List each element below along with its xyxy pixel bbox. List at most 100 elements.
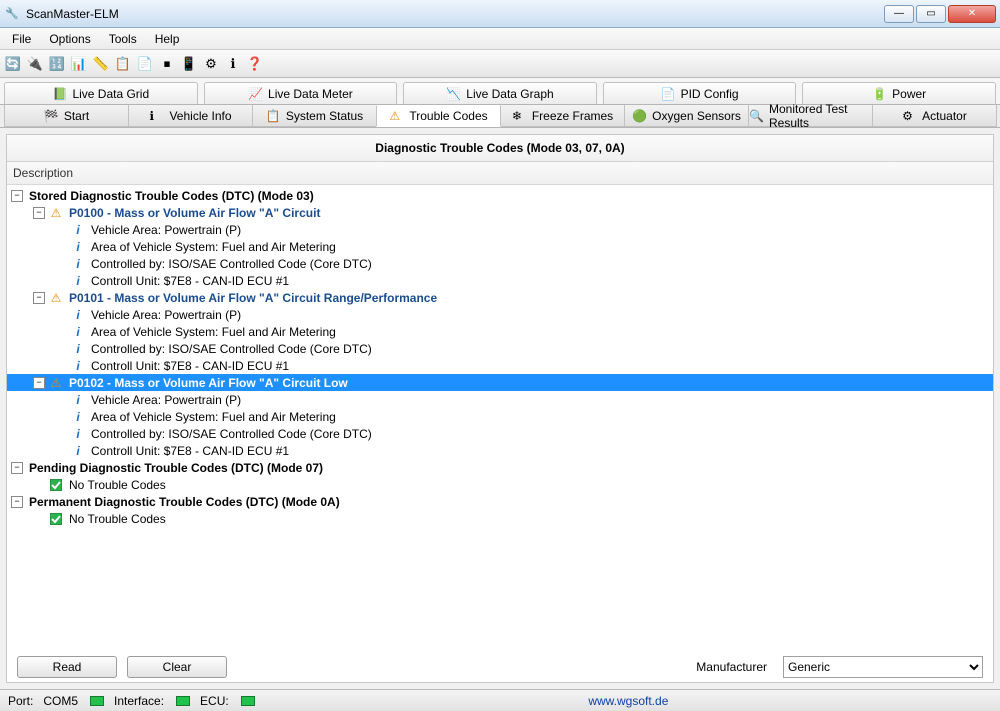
- status-icon: 📋: [266, 109, 280, 123]
- tab-live-data-graph[interactable]: 📉Live Data Graph: [403, 82, 597, 104]
- tree-detail-item[interactable]: iControlled by: ISO/SAE Controlled Code …: [7, 340, 993, 357]
- info-icon: i: [71, 444, 85, 458]
- menu-help[interactable]: Help: [147, 30, 188, 48]
- toolbar-hex-icon[interactable]: 🔢: [48, 55, 66, 73]
- app-icon: 🔧: [4, 6, 20, 22]
- tab-freeze-frames[interactable]: ❄Freeze Frames: [500, 105, 625, 127]
- detail-text: Controlled by: ISO/SAE Controlled Code (…: [89, 427, 374, 441]
- manufacturer-select[interactable]: Generic: [783, 656, 983, 678]
- menu-options[interactable]: Options: [41, 30, 98, 48]
- bottom-bar: Read Clear Manufacturer Generic: [7, 652, 993, 682]
- tree-detail-item[interactable]: i Controlled by: ISO/SAE Controlled Code …: [7, 425, 993, 442]
- manufacturer-label: Manufacturer: [696, 660, 767, 674]
- toolbar-ruler-icon[interactable]: 📏: [92, 55, 110, 73]
- group-label: Stored Diagnostic Trouble Codes (DTC) (M…: [27, 189, 316, 203]
- ok-icon: [49, 478, 63, 492]
- toolbar-info-icon[interactable]: ℹ: [224, 55, 242, 73]
- toolbar-grid-icon[interactable]: 📊: [70, 55, 88, 73]
- dtc-tree[interactable]: −Stored Diagnostic Trouble Codes (DTC) (…: [7, 185, 993, 652]
- toolbar-help-icon[interactable]: ❓: [246, 55, 264, 73]
- tree-group-pending[interactable]: −Pending Diagnostic Trouble Codes (DTC) …: [7, 459, 993, 476]
- meter-icon: 📈: [248, 87, 262, 101]
- tab-trouble-codes[interactable]: ⚠Trouble Codes: [376, 105, 501, 127]
- status-url[interactable]: www.wgsoft.de: [588, 694, 668, 708]
- interface-led-icon: [176, 696, 190, 706]
- toolbar-settings-icon[interactable]: ⚙: [202, 55, 220, 73]
- column-header-description[interactable]: Description: [7, 162, 993, 185]
- menu-tools[interactable]: Tools: [101, 30, 145, 48]
- start-icon: 🏁: [44, 109, 58, 123]
- power-icon: 🔋: [872, 87, 886, 101]
- tree-group-stored[interactable]: −Stored Diagnostic Trouble Codes (DTC) (…: [7, 187, 993, 204]
- expander-icon[interactable]: −: [33, 377, 45, 389]
- tab-pid-config[interactable]: 📄PID Config: [603, 82, 797, 104]
- statusbar: Port: COM5 Interface: ECU: www.wgsoft.de: [0, 689, 1000, 711]
- tree-detail-item[interactable]: iControll Unit: $7E8 - CAN-ID ECU #1: [7, 442, 993, 459]
- tab-start[interactable]: 🏁Start: [4, 105, 129, 127]
- info-icon: i: [71, 342, 85, 356]
- info-icon: i: [71, 393, 85, 407]
- tree-detail-item[interactable]: i Vehicle Area: Powertrain (P): [7, 221, 993, 238]
- expander-icon[interactable]: −: [11, 190, 23, 202]
- panel-title: Diagnostic Trouble Codes (Mode 03, 07, 0…: [7, 135, 993, 162]
- tree-dtc-item[interactable]: −⚠P0101 - Mass or Volume Air Flow "A" Ci…: [7, 289, 993, 306]
- status-ecu-label: ECU:: [200, 694, 229, 708]
- info-icon: i: [71, 308, 85, 322]
- tree-detail-item[interactable]: iControlled by: ISO/SAE Controlled Code …: [7, 255, 993, 272]
- tree-detail-item[interactable]: iArea of Vehicle System: Fuel and Air Me…: [7, 323, 993, 340]
- expander-icon[interactable]: −: [11, 496, 23, 508]
- info-icon: i: [71, 325, 85, 339]
- tree-detail-item[interactable]: iArea of Vehicle System: Fuel and Air Me…: [7, 408, 993, 425]
- oxygen-icon: 🟢: [632, 109, 646, 123]
- group-label: Permanent Diagnostic Trouble Codes (DTC)…: [27, 495, 342, 509]
- read-button[interactable]: Read: [17, 656, 117, 678]
- toolbar-device-icon[interactable]: 📱: [180, 55, 198, 73]
- menu-file[interactable]: File: [4, 30, 39, 48]
- status-interface-label: Interface:: [114, 694, 164, 708]
- toolbar-stop-icon[interactable]: ⏹: [158, 55, 176, 73]
- tree-detail-item[interactable]: iVehicle Area: Powertrain (P): [7, 306, 993, 323]
- tree-detail-item[interactable]: iVehicle Area: Powertrain (P): [7, 391, 993, 408]
- detail-text: Vehicle Area: Powertrain (P): [89, 223, 243, 237]
- toolbar-refresh-icon[interactable]: 🔄: [4, 55, 22, 73]
- tab-vehicle-info[interactable]: ℹVehicle Info: [128, 105, 253, 127]
- close-button[interactable]: ✕: [948, 5, 996, 23]
- tab-actuator[interactable]: ⚙Actuator: [872, 105, 997, 127]
- info-icon: i: [71, 359, 85, 373]
- lower-tabs: 🏁Start ℹVehicle Info 📋System Status ⚠Tro…: [0, 105, 1000, 128]
- toolbar-paste-icon[interactable]: 📄: [136, 55, 154, 73]
- toolbar-copy-icon[interactable]: 📋: [114, 55, 132, 73]
- config-icon: 📄: [661, 87, 675, 101]
- tab-monitored-test-results[interactable]: 🔍Monitored Test Results: [748, 105, 873, 127]
- tree-empty-item[interactable]: No Trouble Codes: [7, 510, 993, 527]
- toolbar-connect-icon[interactable]: 🔌: [26, 55, 44, 73]
- freeze-icon: ❄: [512, 109, 526, 123]
- tab-oxygen-sensors[interactable]: 🟢Oxygen Sensors: [624, 105, 749, 127]
- info-icon: i: [71, 223, 85, 237]
- maximize-button[interactable]: ▭: [916, 5, 946, 23]
- tree-empty-item[interactable]: No Trouble Codes: [7, 476, 993, 493]
- tree-detail-item[interactable]: iControll Unit: $7E8 - CAN-ID ECU #1: [7, 272, 993, 289]
- expander-icon[interactable]: −: [33, 292, 45, 304]
- tree-detail-item[interactable]: iControll Unit: $7E8 - CAN-ID ECU #1: [7, 357, 993, 374]
- warn-icon: ⚠: [389, 109, 403, 123]
- minimize-button[interactable]: —: [884, 5, 914, 23]
- test-icon: 🔍: [749, 109, 763, 123]
- tree-dtc-item[interactable]: −⚠P0100 - Mass or Volume Air Flow "A" Ci…: [7, 204, 993, 221]
- clear-button[interactable]: Clear: [127, 656, 227, 678]
- detail-text: Area of Vehicle System: Fuel and Air Met…: [89, 410, 338, 424]
- expander-icon[interactable]: −: [11, 462, 23, 474]
- tab-system-status[interactable]: 📋System Status: [252, 105, 377, 127]
- tab-live-data-grid[interactable]: 📗Live Data Grid: [4, 82, 198, 104]
- info-icon: i: [71, 427, 85, 441]
- port-led-icon: [90, 696, 104, 706]
- tab-live-data-meter[interactable]: 📈Live Data Meter: [204, 82, 398, 104]
- info-icon: i: [71, 257, 85, 271]
- expander-icon[interactable]: −: [33, 207, 45, 219]
- tree-group-permanent[interactable]: −Permanent Diagnostic Trouble Codes (DTC…: [7, 493, 993, 510]
- tree-detail-item[interactable]: iArea of Vehicle System: Fuel and Air Me…: [7, 238, 993, 255]
- ok-icon: [49, 512, 63, 526]
- warning-icon: ⚠: [49, 291, 63, 305]
- grid-icon: 📗: [52, 87, 66, 101]
- tree-dtc-item[interactable]: −⚠P0102 - Mass or Volume Air Flow "A" Ci…: [7, 374, 993, 391]
